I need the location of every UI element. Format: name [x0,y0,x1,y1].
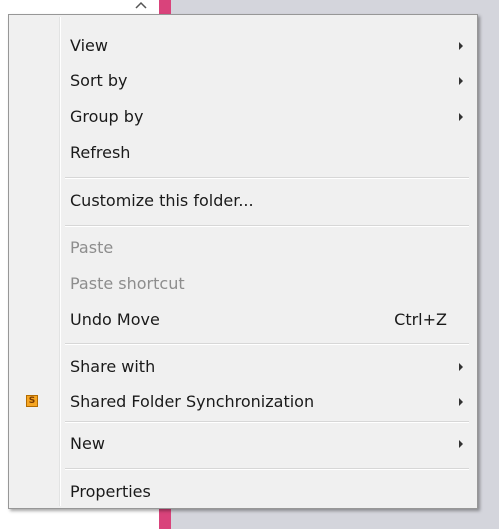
menu-item-share-with[interactable]: Share with [11,350,475,384]
menu-item-new[interactable]: New [11,427,475,461]
menu-item-label: Refresh [70,143,131,162]
menu-item-view[interactable]: View [11,29,475,63]
menu-item-customize-folder[interactable]: Customize this folder... [11,184,475,218]
menu-item-sort-by[interactable]: Sort by [11,64,475,98]
menu-item-label: Sort by [70,71,128,90]
menu-separator [65,177,469,179]
menu-item-label: Shared Folder Synchronization [70,392,315,411]
menu-separator [65,343,469,345]
menu-item-label: Paste shortcut [70,274,185,293]
menu-item-shortcut: Ctrl+Z [394,310,447,329]
menu-item-paste[interactable]: Paste [11,231,475,265]
menu-item-paste-shortcut[interactable]: Paste shortcut [11,267,475,301]
shared-folder-sync-icon: S [26,395,38,407]
menu-item-label: New [70,434,105,453]
submenu-arrow-icon [459,77,463,85]
menu-item-label: Share with [70,357,156,376]
menu-item-undo-move[interactable]: Undo Move Ctrl+Z [11,303,475,337]
submenu-arrow-icon [459,363,463,371]
menu-item-shared-folder-sync[interactable]: S Shared Folder Synchronization [11,385,475,419]
context-menu: View Sort by Group by Refresh Customize … [8,14,478,509]
menu-item-group-by[interactable]: Group by [11,100,475,134]
menu-item-properties[interactable]: Properties [11,475,475,509]
submenu-arrow-icon [459,398,463,406]
chevron-up-icon[interactable] [134,0,148,10]
menu-separator [65,225,469,227]
menu-item-label: Customize this folder... [70,191,254,210]
menu-item-label: Group by [70,107,144,126]
menu-item-label: View [70,36,108,55]
menu-item-label: Undo Move [70,310,160,329]
submenu-arrow-icon [459,440,463,448]
menu-separator [65,468,469,470]
menu-item-label: Paste [70,238,114,257]
submenu-arrow-icon [459,113,463,121]
submenu-arrow-icon [459,42,463,50]
menu-item-refresh[interactable]: Refresh [11,136,475,170]
menu-separator [65,421,469,423]
menu-item-label: Properties [70,482,151,501]
